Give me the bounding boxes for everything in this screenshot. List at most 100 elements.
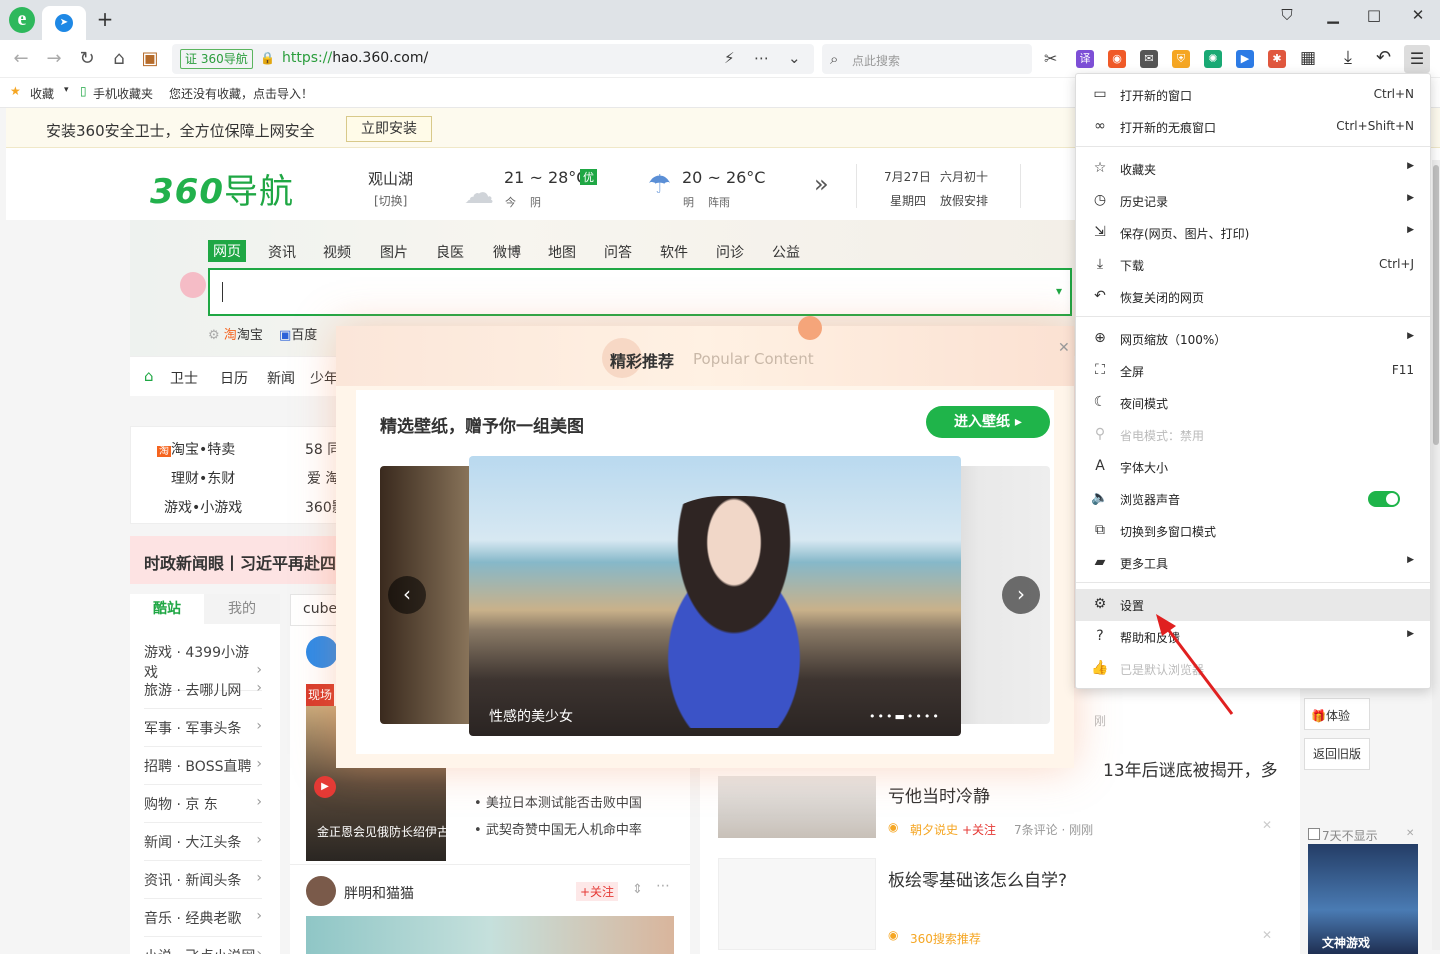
follow-button[interactable]: +关注 bbox=[576, 882, 619, 901]
search-tab[interactable]: 地图 bbox=[548, 242, 576, 262]
scrollbar-thumb[interactable] bbox=[1433, 165, 1439, 445]
back-icon[interactable]: ← bbox=[10, 48, 32, 70]
city-switch[interactable]: [切换] bbox=[374, 192, 407, 209]
sidebar-item[interactable]: 音乐 · 经典老歌 › bbox=[144, 908, 262, 937]
play-icon[interactable]: ▶ bbox=[314, 776, 336, 798]
site-logo[interactable]: 360导航 bbox=[150, 164, 294, 213]
favorites-menu[interactable]: 收藏 bbox=[30, 85, 54, 102]
dismiss-icon[interactable]: ✕ bbox=[1262, 928, 1272, 942]
menu-item-save-page[interactable]: ⇲ 保存(网页、图片、打印) ▶ bbox=[1076, 217, 1430, 249]
news-bullet-1[interactable]: • 美拉日本测试能否击败中国 bbox=[474, 792, 642, 811]
caret-down-icon[interactable]: ▾ bbox=[64, 85, 69, 95]
reload-icon[interactable]: ↻ bbox=[76, 48, 98, 70]
menu-item-zoom[interactable]: ⊕ 网页缩放（100%） ▶ bbox=[1076, 323, 1430, 355]
search-box[interactable]: ⌕ 点此搜索 bbox=[822, 44, 1032, 74]
main-search-input[interactable]: ▾ bbox=[208, 268, 1072, 316]
video-icon[interactable]: ▶ bbox=[1236, 50, 1254, 68]
menu-item-help-feedback[interactable]: ? 帮助和反馈 ▶ bbox=[1076, 621, 1430, 653]
carousel-dots[interactable]: •••▬•••• bbox=[869, 710, 941, 723]
more-dots-icon[interactable]: ⋯ bbox=[754, 49, 769, 67]
undo-icon[interactable]: ↶ bbox=[1376, 47, 1391, 68]
nav-calendar[interactable]: 日历 bbox=[220, 368, 248, 388]
skin-icon[interactable]: ⛉ bbox=[1272, 4, 1302, 26]
carousel-prev-button[interactable]: ‹ bbox=[388, 576, 426, 614]
import-hint-link[interactable]: 您还没有收藏，点击导入！ bbox=[169, 85, 313, 102]
site-games[interactable]: 游戏•小游戏 bbox=[164, 497, 242, 517]
source-2[interactable]: 360搜索推荐 bbox=[910, 930, 981, 947]
sidebar-item[interactable]: 旅游 · 去哪儿网 › bbox=[144, 680, 262, 709]
collapse-icon[interactable]: ⇕ bbox=[632, 882, 643, 897]
nav-guard[interactable]: 卫士 bbox=[170, 368, 198, 388]
menu-item-settings[interactable]: ⚙ 设置 bbox=[1076, 589, 1430, 621]
sound-toggle[interactable] bbox=[1368, 491, 1400, 507]
search-tab[interactable]: 问诊 bbox=[716, 242, 744, 262]
slide-main-image[interactable]: 性感的美少女 •••▬•••• bbox=[469, 456, 961, 736]
menu-item-fullscreen[interactable]: ⛶ 全屏 F11 bbox=[1076, 355, 1430, 387]
download-icon[interactable]: ⤓ bbox=[1344, 47, 1352, 68]
old-version-button[interactable]: 返回旧版 bbox=[1304, 738, 1370, 770]
menu-item-history[interactable]: ◷ 历史记录 ▶ bbox=[1076, 185, 1430, 217]
scissors-icon[interactable]: ✂ bbox=[1044, 49, 1057, 68]
menu-item-restore-closed[interactable]: ↶ 恢复关闭的网页 bbox=[1076, 281, 1430, 313]
tab-cool-sites[interactable]: 酷站 bbox=[130, 594, 204, 624]
lightning-icon[interactable]: ⚡ bbox=[724, 49, 735, 67]
sidebar-item[interactable]: 资讯 · 新闻头条 › bbox=[144, 870, 262, 899]
menu-item-open-incognito-window[interactable]: ∞ 打开新的无痕窗口 Ctrl+Shift+N bbox=[1076, 111, 1430, 143]
try-button[interactable]: 🎁体验 bbox=[1304, 698, 1370, 730]
headline-2[interactable]: 板绘零基础该怎么自学? bbox=[888, 866, 1067, 891]
search-dropdown-icon[interactable]: ▾ bbox=[1056, 284, 1062, 298]
feed-image[interactable] bbox=[306, 916, 674, 954]
menu-item-open-new-window[interactable]: ▭ 打开新的窗口 Ctrl+N bbox=[1076, 79, 1430, 111]
sidebar-item[interactable]: 新闻 · 大江头条 › bbox=[144, 832, 262, 861]
chevron-down-icon[interactable]: ⌄ bbox=[788, 49, 801, 67]
weather-today-temp[interactable]: 21 ~ 28°C bbox=[504, 168, 587, 187]
home-icon[interactable]: ⌂ bbox=[108, 48, 130, 70]
follow-link[interactable]: +关注 bbox=[962, 821, 996, 838]
headline-1[interactable]: 13年后谜底被揭开，多 bbox=[1103, 756, 1278, 781]
menu-item-browser-sound[interactable]: 🔈 浏览器声音 bbox=[1076, 483, 1430, 515]
more-weather-icon[interactable]: » bbox=[814, 170, 829, 198]
game-ad[interactable]: 文神游戏 bbox=[1308, 844, 1418, 954]
settings-small-icon[interactable]: ⚙ bbox=[208, 328, 224, 343]
sidebar-item[interactable]: 招聘 · BOSS直聘 › bbox=[144, 756, 262, 785]
search-tab[interactable]: 资讯 bbox=[268, 242, 296, 262]
search-tab[interactable]: 视频 bbox=[323, 242, 351, 262]
sidebar-item[interactable]: 购物 · 京 东 › bbox=[144, 794, 262, 823]
site-taobao[interactable]: 淘淘宝•特卖 bbox=[157, 439, 235, 459]
close-window-button[interactable]: ✕ bbox=[1403, 4, 1433, 26]
dismiss-icon[interactable]: ✕ bbox=[1262, 818, 1272, 832]
maximize-button[interactable]: □ bbox=[1359, 4, 1389, 26]
close-ad-icon[interactable]: ✕ bbox=[1406, 828, 1414, 839]
headline-1-line2[interactable]: 亏他当时冷静 bbox=[888, 782, 990, 807]
search-tab[interactable]: 公益 bbox=[772, 242, 800, 262]
tab-mine[interactable]: 我的 bbox=[204, 594, 280, 624]
chatgpt-icon[interactable]: ✺ bbox=[1204, 50, 1222, 68]
close-icon[interactable]: ✕ bbox=[1058, 340, 1070, 356]
url-text[interactable]: https://hao.360.com/ bbox=[282, 50, 428, 66]
sidebar-item[interactable]: 小说 · 飞卢小说网› bbox=[144, 946, 262, 954]
search-tab[interactable]: 问答 bbox=[604, 242, 632, 262]
gamepad-icon[interactable]: ◉ bbox=[1108, 50, 1126, 68]
news-strip[interactable]: 时政新闻眼丨习近平再赴四 bbox=[130, 536, 350, 584]
shield-icon[interactable]: ⛨ bbox=[1172, 50, 1190, 68]
news-bullet-2[interactable]: • 武契奇赞中国无人机命中率 bbox=[474, 819, 642, 838]
site-aitao[interactable]: 爱 淘 bbox=[307, 468, 339, 488]
hide-7days-checkbox[interactable] bbox=[1308, 828, 1320, 840]
site-finance[interactable]: 理财•东财 bbox=[171, 468, 235, 488]
hot-link-baidu[interactable]: 百度 bbox=[291, 328, 317, 343]
astronaut-image[interactable] bbox=[718, 776, 876, 838]
carousel-next-button[interactable]: › bbox=[1002, 576, 1040, 614]
mail-icon[interactable]: ✉ bbox=[1140, 50, 1158, 68]
nav-news[interactable]: 新闻 bbox=[267, 368, 295, 388]
cert-badge[interactable]: 证 360导航 bbox=[180, 49, 253, 69]
search-tab[interactable]: 微博 bbox=[493, 242, 521, 262]
menu-item-font-size[interactable]: A 字体大小 bbox=[1076, 451, 1430, 483]
enter-wallpaper-button[interactable]: 进入壁纸 ▸ bbox=[926, 406, 1050, 438]
apps-grid-icon[interactable]: ▦ bbox=[1300, 48, 1316, 68]
search-tab[interactable]: 图片 bbox=[380, 242, 408, 262]
toolbox-icon[interactable]: ▣ bbox=[139, 48, 161, 70]
address-bar[interactable]: 证 360导航 🔒 https://hao.360.com/ ⚡ ⋯ ⌄ bbox=[172, 44, 814, 74]
menu-item-downloads[interactable]: ⤓ 下载 Ctrl+J bbox=[1076, 249, 1430, 281]
puzzle-icon[interactable]: ✱ bbox=[1268, 50, 1286, 68]
forward-icon[interactable]: → bbox=[43, 48, 65, 70]
